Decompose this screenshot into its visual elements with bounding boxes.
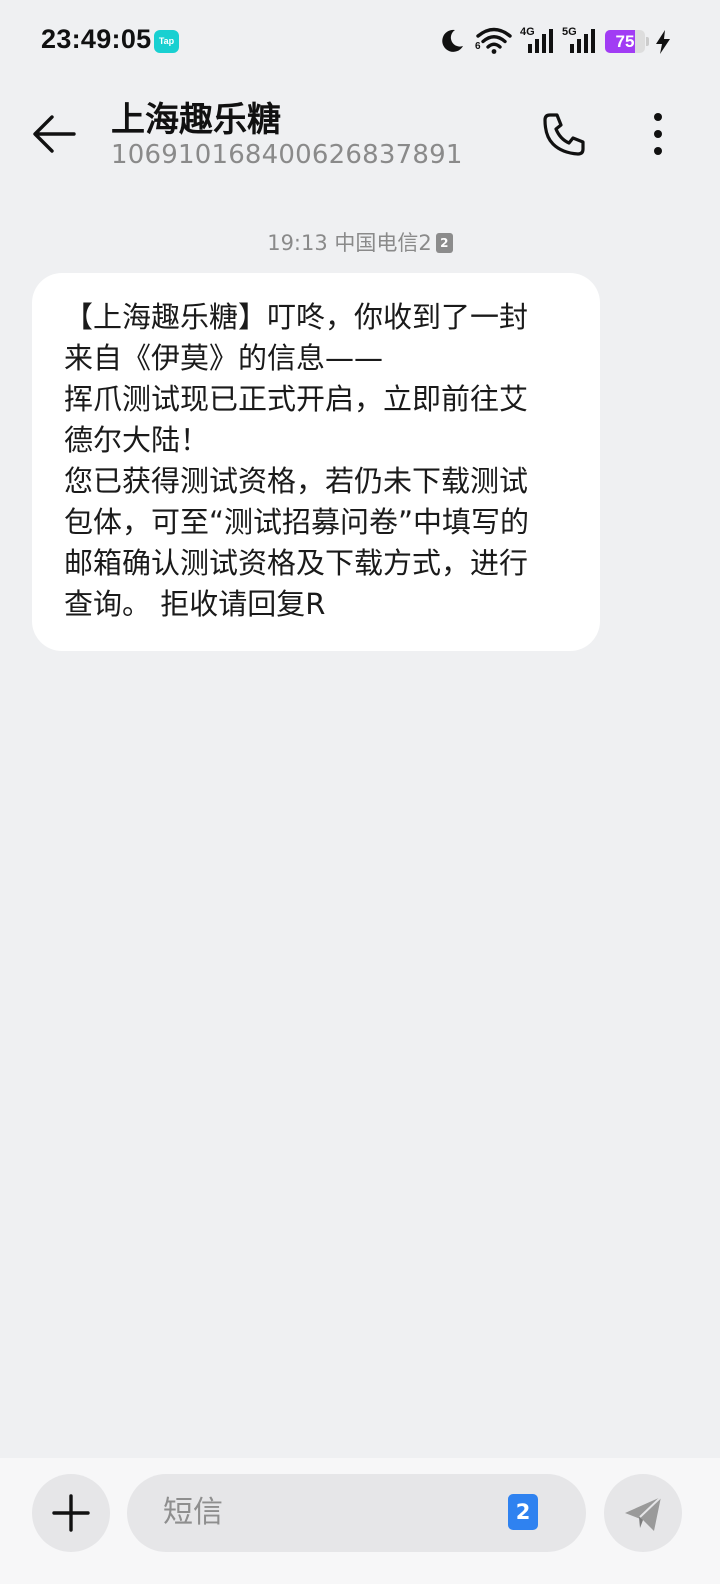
carrier-name: 中国电信2 xyxy=(334,231,432,255)
message-time: 19:13 xyxy=(267,231,328,255)
contact-name: 上海趣乐糖 xyxy=(111,100,281,140)
battery-percent: 75 xyxy=(615,32,635,51)
send-icon xyxy=(625,1496,662,1531)
contact-number: 106910168400626837891 xyxy=(111,140,463,170)
conversation-header: 上海趣乐糖 106910168400626837891 xyxy=(0,84,720,194)
moon-icon xyxy=(442,29,463,52)
more-options-button[interactable] xyxy=(636,106,680,162)
signal-strength-icon xyxy=(570,29,595,53)
plus-icon xyxy=(52,1494,90,1532)
wifi-band-label: 6 xyxy=(475,41,481,52)
message-input[interactable]: 短信 2 xyxy=(127,1474,586,1552)
wifi-icon xyxy=(476,27,512,54)
sim-select-button[interactable]: 2 xyxy=(508,1494,538,1530)
message-timestamp: 19:13 中国电信2 2 xyxy=(0,228,720,258)
back-button[interactable] xyxy=(26,106,82,162)
sim-card-icon: 2 xyxy=(435,233,453,253)
phone-icon xyxy=(543,113,585,156)
charging-icon xyxy=(656,30,670,54)
message-bubble[interactable]: 【上海趣乐糖】叮咚，你收到了一封 来自《伊莫》的信息—— 挥爪测试现已正式开启，… xyxy=(32,273,600,651)
more-vertical-icon xyxy=(654,113,662,155)
message-input-placeholder: 短信 xyxy=(163,1495,223,1530)
arrow-left-icon xyxy=(33,115,76,153)
signal-strength-icon xyxy=(528,29,553,53)
battery-icon: 75 xyxy=(605,30,645,53)
battery-tip xyxy=(646,37,649,46)
compose-bar: 短信 2 xyxy=(0,1458,720,1584)
status-bar: 23:49:05 Tap 6 4G 5G 75 xyxy=(0,0,720,84)
status-time: 23:49:05 xyxy=(41,24,152,54)
tap-app-icon: Tap xyxy=(154,30,179,53)
send-button[interactable] xyxy=(604,1474,682,1552)
add-attachment-button[interactable] xyxy=(32,1474,110,1552)
call-button[interactable] xyxy=(536,106,592,162)
